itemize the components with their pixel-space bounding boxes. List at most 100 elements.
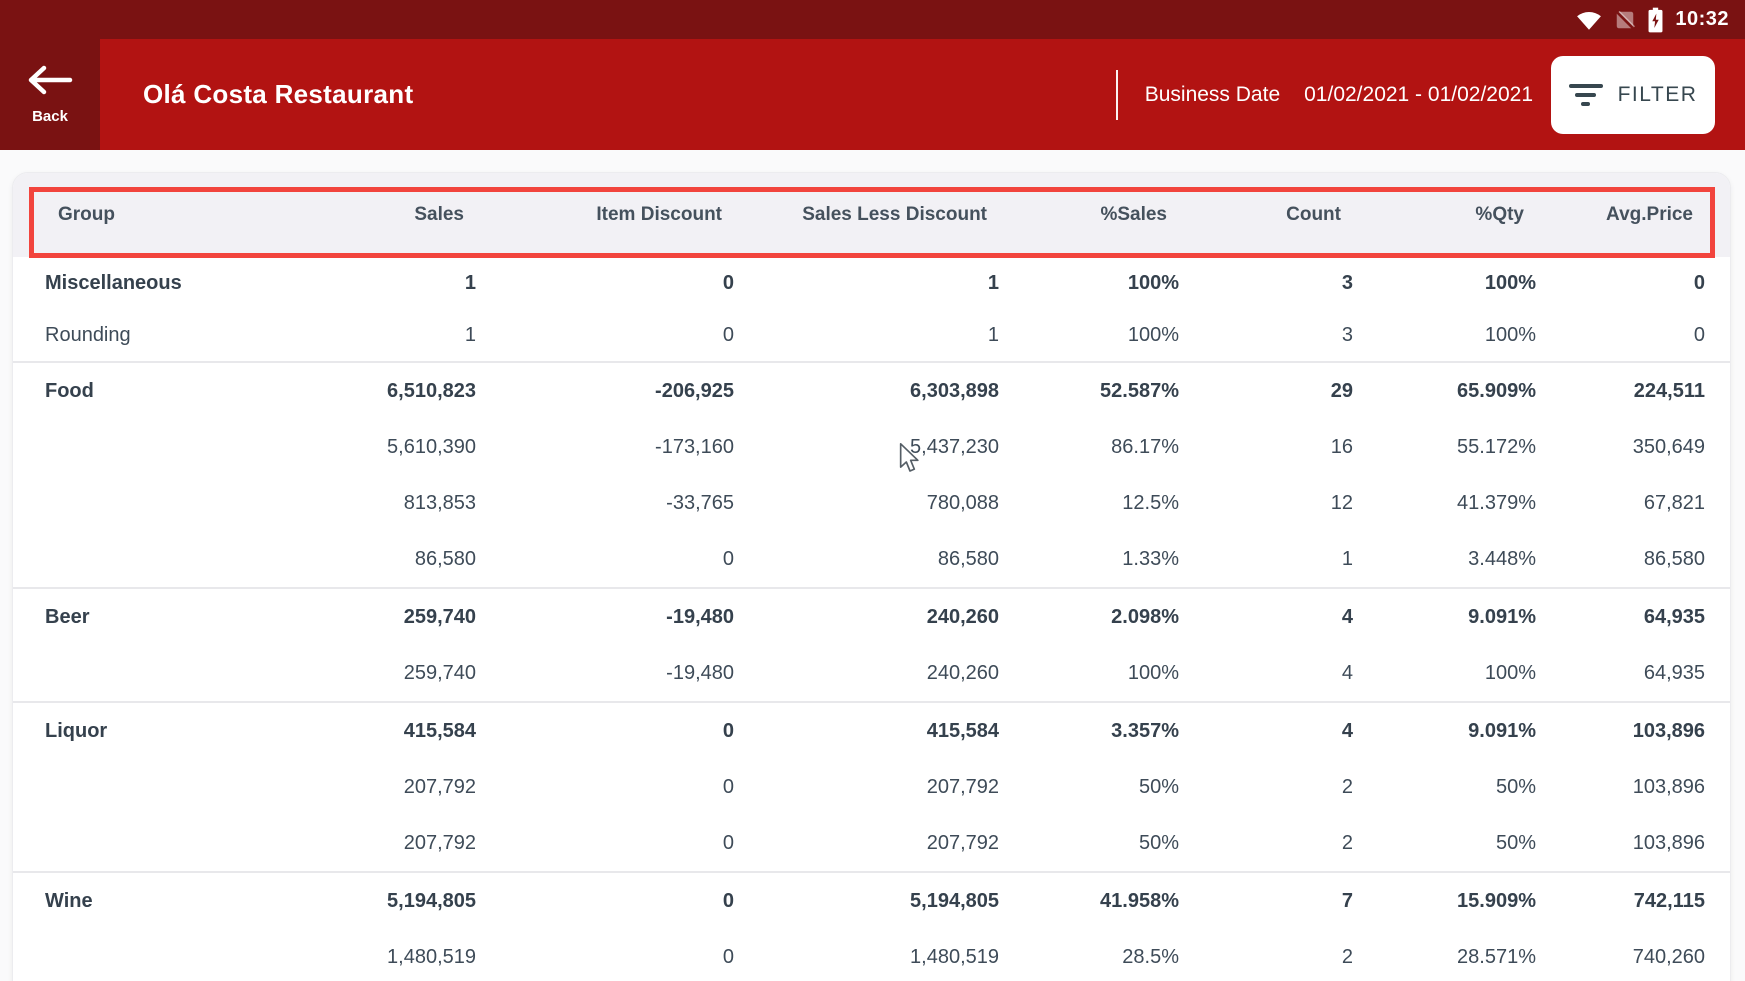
- column-header-item-discount[interactable]: Item Discount: [476, 204, 734, 226]
- cell-item_discount: -19,480: [476, 606, 734, 629]
- table-group: Miscellaneous101100%3100%0Rounding101100…: [13, 257, 1730, 361]
- cell-pct_qty: 55.172%: [1353, 436, 1536, 459]
- cell-sales: 1: [253, 324, 476, 347]
- cell-sales_less_discount: 1,480,519: [734, 946, 999, 969]
- cell-count: 4: [1179, 606, 1353, 629]
- cell-sales_less_discount: 6,303,898: [734, 380, 999, 403]
- cell-group-label: Wine: [13, 890, 253, 913]
- cell-count: 4: [1179, 662, 1353, 685]
- table-row-food[interactable]: Food6,510,823-206,9256,303,89852.587%296…: [13, 363, 1730, 419]
- cell-pct_qty: 65.909%: [1353, 380, 1536, 403]
- cell-pct_qty: 9.091%: [1353, 606, 1536, 629]
- cell-avg_price: 740,260: [1536, 946, 1705, 969]
- table-group: Food6,510,823-206,9256,303,89852.587%296…: [13, 361, 1730, 587]
- table-row-rounding: Rounding101100%3100%0: [13, 309, 1730, 361]
- cell-sales: 813,853: [253, 492, 476, 515]
- wifi-icon: [1576, 9, 1602, 31]
- cell-pct_sales: 12.5%: [999, 492, 1179, 515]
- table-row-detail: 813,853-33,765780,08812.5%1241.379%67,82…: [13, 475, 1730, 531]
- cell-avg_price: 103,896: [1536, 720, 1705, 743]
- table-row-detail: 207,7920207,79250%250%103,896: [13, 815, 1730, 871]
- cell-pct_qty: 28.571%: [1353, 946, 1536, 969]
- cell-item_discount: 0: [476, 324, 734, 347]
- cell-item_discount: -206,925: [476, 380, 734, 403]
- table-row-wine[interactable]: Wine5,194,80505,194,80541.958%715.909%74…: [13, 873, 1730, 929]
- business-date-label: Business Date: [1145, 83, 1280, 107]
- table-header-row: Group Sales Item Discount Sales Less Dis…: [13, 173, 1730, 257]
- cell-sales: 259,740: [253, 606, 476, 629]
- cell-group-label: Rounding: [13, 324, 253, 347]
- cell-pct_qty: 100%: [1353, 272, 1536, 295]
- cell-sales: 5,610,390: [253, 436, 476, 459]
- cell-sales_less_discount: 240,260: [734, 662, 999, 685]
- cell-sales: 207,792: [253, 832, 476, 855]
- cell-pct_sales: 50%: [999, 776, 1179, 799]
- table-group: Liquor415,5840415,5843.357%49.091%103,89…: [13, 701, 1730, 871]
- table-row-beer[interactable]: Beer259,740-19,480240,2602.098%49.091%64…: [13, 589, 1730, 645]
- cell-avg_price: 0: [1536, 324, 1705, 347]
- cell-pct_qty: 15.909%: [1353, 890, 1536, 913]
- column-header-sales[interactable]: Sales: [253, 204, 476, 226]
- cell-avg_price: 67,821: [1536, 492, 1705, 515]
- cell-sales_less_discount: 1: [734, 324, 999, 347]
- cell-pct_sales: 100%: [999, 272, 1179, 295]
- cell-avg_price: 86,580: [1536, 548, 1705, 571]
- cell-sales_less_discount: 86,580: [734, 548, 999, 571]
- cell-pct_sales: 2.098%: [999, 606, 1179, 629]
- cell-pct_qty: 9.091%: [1353, 720, 1536, 743]
- column-header-pct-sales[interactable]: %Sales: [999, 204, 1179, 226]
- column-header-avg-price[interactable]: Avg.Price: [1536, 204, 1705, 226]
- table-group: Wine5,194,80505,194,80541.958%715.909%74…: [13, 871, 1730, 981]
- table-row-liquor[interactable]: Liquor415,5840415,5843.357%49.091%103,89…: [13, 703, 1730, 759]
- column-header-sales-less-discount[interactable]: Sales Less Discount: [734, 204, 999, 226]
- cell-avg_price: 224,511: [1536, 380, 1705, 403]
- cell-count: 4: [1179, 720, 1353, 743]
- business-date-value: 01/02/2021 - 01/02/2021: [1304, 83, 1533, 107]
- cell-sales: 6,510,823: [253, 380, 476, 403]
- cell-item_discount: -33,765: [476, 492, 734, 515]
- cell-count: 7: [1179, 890, 1353, 913]
- cell-item_discount: 0: [476, 946, 734, 969]
- cell-sales: 259,740: [253, 662, 476, 685]
- cell-pct_qty: 100%: [1353, 662, 1536, 685]
- column-header-pct-qty[interactable]: %Qty: [1353, 204, 1536, 226]
- filter-button[interactable]: FILTER: [1551, 56, 1715, 134]
- back-button[interactable]: Back: [0, 39, 100, 150]
- back-label: Back: [32, 108, 68, 125]
- cell-item_discount: 0: [476, 720, 734, 743]
- cell-group-label: Beer: [13, 606, 253, 629]
- cell-sales_less_discount: 240,260: [734, 606, 999, 629]
- report-table-card: Group Sales Item Discount Sales Less Dis…: [12, 172, 1731, 981]
- table-row-detail: 207,7920207,79250%250%103,896: [13, 759, 1730, 815]
- cell-sales_less_discount: 5,437,230: [734, 436, 999, 459]
- cell-sales_less_discount: 415,584: [734, 720, 999, 743]
- app-header: Back Olá Costa Restaurant Business Date …: [0, 39, 1745, 150]
- cell-pct_sales: 3.357%: [999, 720, 1179, 743]
- column-header-count[interactable]: Count: [1179, 204, 1353, 226]
- cell-avg_price: 64,935: [1536, 662, 1705, 685]
- cell-item_discount: 0: [476, 890, 734, 913]
- cell-sales_less_discount: 207,792: [734, 832, 999, 855]
- table-row-detail: 86,580086,5801.33%13.448%86,580: [13, 531, 1730, 587]
- cell-count: 2: [1179, 832, 1353, 855]
- column-header-group[interactable]: Group: [13, 204, 253, 226]
- header-right: Business Date 01/02/2021 - 01/02/2021 FI…: [1116, 56, 1745, 134]
- battery-charging-icon: [1648, 7, 1663, 33]
- table-row-miscellaneous[interactable]: Miscellaneous101100%3100%0: [13, 257, 1730, 309]
- cell-item_discount: 0: [476, 548, 734, 571]
- cell-pct_qty: 50%: [1353, 832, 1536, 855]
- cell-item_discount: 0: [476, 272, 734, 295]
- arrow-left-icon: [27, 64, 73, 101]
- cell-pct_sales: 28.5%: [999, 946, 1179, 969]
- status-bar: 10:32: [0, 0, 1745, 39]
- cell-pct_sales: 86.17%: [999, 436, 1179, 459]
- cell-avg_price: 103,896: [1536, 776, 1705, 799]
- cell-sales: 1: [253, 272, 476, 295]
- cell-sales: 86,580: [253, 548, 476, 571]
- cell-pct_qty: 100%: [1353, 324, 1536, 347]
- cell-pct_sales: 100%: [999, 662, 1179, 685]
- table-row-detail: 259,740-19,480240,260100%4100%64,935: [13, 645, 1730, 701]
- cell-pct_sales: 41.958%: [999, 890, 1179, 913]
- cell-count: 16: [1179, 436, 1353, 459]
- cell-group-label: Liquor: [13, 720, 253, 743]
